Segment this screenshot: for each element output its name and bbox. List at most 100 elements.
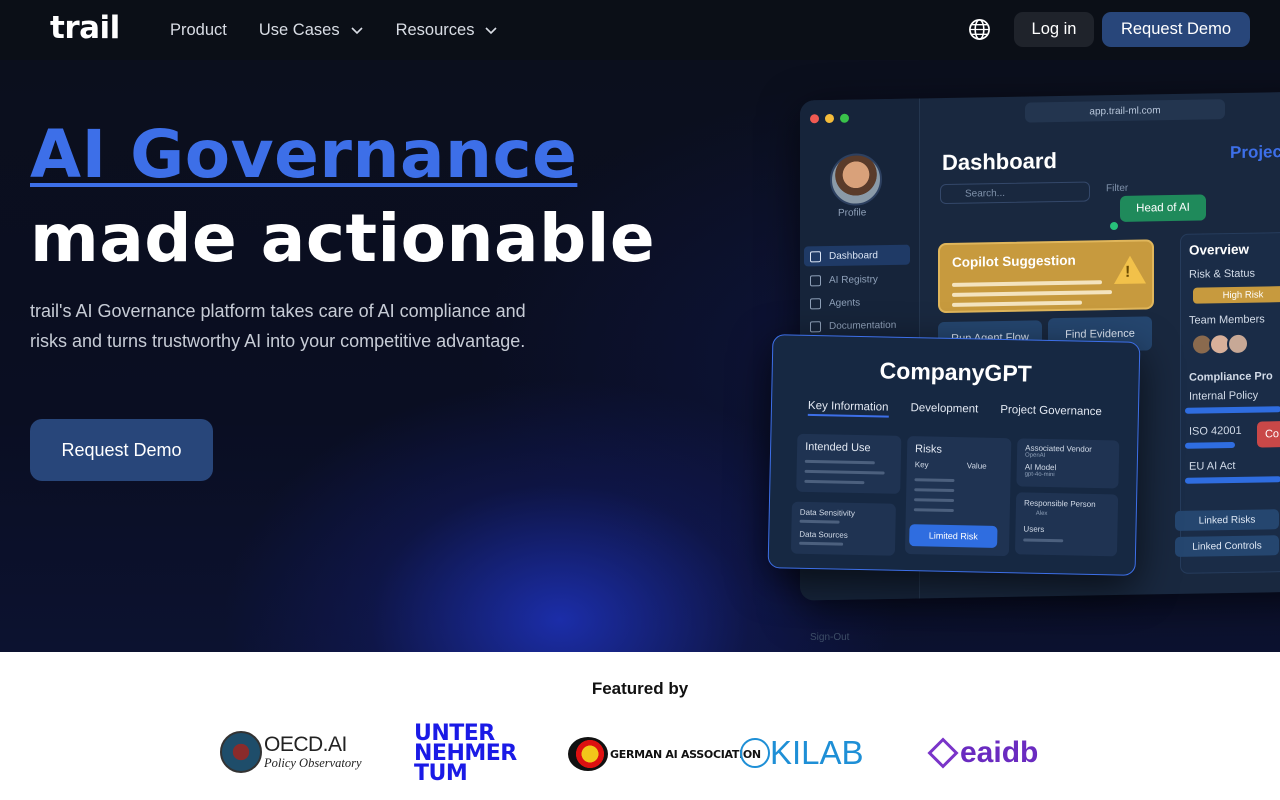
grid-icon: [810, 250, 821, 262]
nav-resources[interactable]: Resources: [396, 21, 499, 40]
oecd-text: OECD.AI Policy Observatory: [264, 732, 362, 771]
model-value: gpt-4o-mini: [1024, 471, 1055, 479]
document-icon: [810, 320, 821, 332]
copilot-suggestion-card: Copilot Suggestion !: [938, 239, 1154, 314]
text-line: [799, 541, 844, 546]
unternehmertum-logo[interactable]: UNTER NEHMER TUM: [414, 723, 517, 786]
companygpt-tabs: Key Information Development Project Gove…: [807, 399, 1103, 422]
folder-icon: [810, 274, 821, 286]
risk-status-label: Risk & Status: [1189, 267, 1256, 281]
companygpt-title: CompanyGPT: [879, 357, 1033, 387]
copilot-line: [952, 300, 1082, 307]
featured-section: Featured by OECD.AI Policy Observatory U…: [0, 652, 1280, 800]
person-label: Responsible Person: [1023, 498, 1096, 509]
request-demo-nav-button[interactable]: Request Demo: [1102, 12, 1250, 47]
high-risk-badge: High Risk: [1193, 285, 1280, 304]
oecd-sub: Policy Observatory: [264, 755, 362, 770]
text-line: [1023, 538, 1064, 543]
text-line: [804, 459, 875, 465]
limited-risk-badge: Limited Risk: [909, 524, 998, 548]
risks-label: Risks: [914, 443, 943, 456]
featured-title: Featured by: [591, 679, 689, 698]
gaia-text: GERMAN AI ASSOCIATION: [610, 747, 761, 761]
person-card: Responsible Person Alex Users: [1014, 492, 1119, 557]
policy-eu-ai-act: EU AI Act: [1189, 459, 1236, 473]
policy-bar: [1185, 441, 1235, 449]
overview-title: Overview: [1189, 241, 1250, 258]
kilab-circle-icon: [740, 738, 770, 768]
text-line: [799, 519, 840, 524]
trail-logo[interactable]: trail: [50, 10, 120, 46]
team-members-label: Team Members: [1189, 313, 1265, 327]
vendor-card: Associated Vendor OpenAI AI Model gpt-4o…: [1016, 438, 1120, 489]
unter-line: TUM: [414, 761, 468, 786]
mockup-search: Search...: [940, 181, 1090, 205]
gaia-emblem-icon: [568, 737, 608, 771]
text-line: [913, 508, 954, 513]
mockup-filter: Filter: [1106, 182, 1129, 195]
text-line: [914, 498, 955, 503]
policy-iso: ISO 42001: [1189, 424, 1242, 438]
copilot-line: [952, 290, 1112, 297]
data-card: Data Sensitivity Data Sources: [790, 501, 896, 556]
tab-project-governance: Project Governance: [1000, 403, 1103, 419]
hero-description: trail's AI Governance platform takes car…: [30, 301, 526, 351]
copilot-line: [952, 280, 1102, 287]
oecd-main: OECD.AI: [264, 732, 347, 756]
linked-risks-button: Linked Risks: [1175, 509, 1279, 531]
chevron-down-icon: [351, 27, 363, 35]
eaidb-logo[interactable]: eaidb: [927, 736, 1039, 770]
sidebar-item-agents: Agents: [804, 292, 910, 314]
profile-label: Profile: [838, 207, 867, 219]
tab-key-information: Key Information: [807, 399, 889, 418]
sidebar-item-documentation: Documentation: [804, 315, 910, 337]
hero-title-rest: made actionable: [30, 200, 656, 277]
policy-internal: Internal Policy: [1189, 389, 1259, 403]
nav-product[interactable]: Product: [170, 21, 227, 40]
text-line: [914, 488, 955, 493]
avatar: [1227, 332, 1249, 356]
hero-section: AI Governance made actionable trail's AI…: [0, 60, 1280, 652]
kilab-logo[interactable]: KILAB: [740, 734, 864, 772]
eaidb-diamond-icon: [927, 737, 959, 769]
nav-links: Product Use Cases Resources: [170, 0, 498, 60]
oecd-emblem-icon: [220, 731, 262, 773]
copilot-title: Copilot Suggestion: [952, 252, 1076, 270]
vendor-value: OpenAI: [1024, 452, 1046, 459]
users-label: Users: [1023, 524, 1045, 534]
tab-development: Development: [910, 402, 979, 416]
avatar: [830, 153, 882, 207]
data-sensitivity-label: Data Sensitivity: [799, 507, 855, 518]
intended-use-label: Intended Use: [805, 440, 871, 455]
oecd-logo[interactable]: OECD.AI Policy Observatory: [220, 731, 362, 773]
mockup-project-label: Projec: [1230, 142, 1280, 163]
eaidb-text: eaidb: [960, 736, 1039, 769]
login-button[interactable]: Log in: [1014, 12, 1094, 47]
german-ai-association-logo[interactable]: GERMAN AI ASSOCIATION: [568, 737, 761, 771]
sidebar-item-ai-registry: AI Registry: [804, 269, 910, 291]
risks-card: Risks Key Value Limited Risk: [904, 436, 1012, 557]
top-nav: trail Product Use Cases Resources Log in…: [0, 0, 1280, 60]
agents-icon: [810, 297, 821, 309]
request-demo-hero-button[interactable]: Request Demo: [30, 419, 213, 481]
policy-bar: [1185, 406, 1280, 414]
nav-product-label: Product: [170, 20, 227, 39]
url-bar: app.trail-ml.com: [1025, 99, 1225, 123]
cursor-dot: [1110, 221, 1118, 231]
overview-panel: Overview Risk & Status High Risk Team Me…: [1175, 231, 1280, 574]
kilab-text: KILAB: [770, 734, 864, 771]
person-value: Alex: [1035, 510, 1048, 517]
nav-use-cases[interactable]: Use Cases: [259, 21, 364, 40]
companygpt-card: CompanyGPT Key Information Development P…: [767, 334, 1141, 576]
risks-key-label: Key: [914, 460, 929, 470]
text-line: [914, 478, 955, 483]
nav-resources-label: Resources: [395, 20, 475, 39]
sign-out-label: Sign-Out: [810, 632, 850, 643]
sidebar-item-dashboard: Dashboard: [804, 244, 910, 267]
team-avatars: [1191, 332, 1249, 356]
head-of-ai-tag: Head of AI: [1120, 194, 1206, 222]
globe-icon[interactable]: [968, 18, 991, 41]
mockup-dashboard-title: Dashboard: [942, 148, 1057, 176]
chevron-down-icon: [485, 27, 498, 35]
window-controls: [810, 113, 849, 124]
